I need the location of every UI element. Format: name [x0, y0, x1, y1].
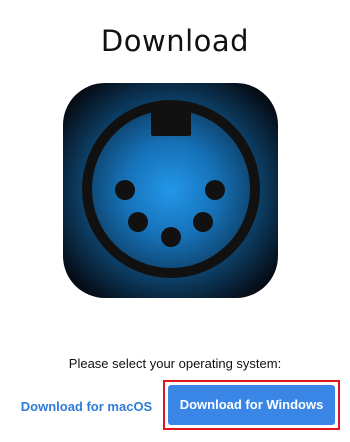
connector-pin	[115, 180, 135, 200]
connector-pin	[205, 180, 225, 200]
os-select-prompt: Please select your operating system:	[68, 356, 282, 371]
midi-din-connector-icon	[63, 83, 278, 298]
download-macos-button[interactable]: Download for macOS	[18, 397, 155, 417]
download-windows-button[interactable]: Download for Windows	[168, 385, 335, 425]
page-title: Download	[100, 24, 250, 59]
connector-pin	[128, 212, 148, 232]
connector-pin	[161, 227, 181, 247]
connector-pin	[193, 212, 213, 232]
connector-key-notch	[151, 105, 191, 136]
